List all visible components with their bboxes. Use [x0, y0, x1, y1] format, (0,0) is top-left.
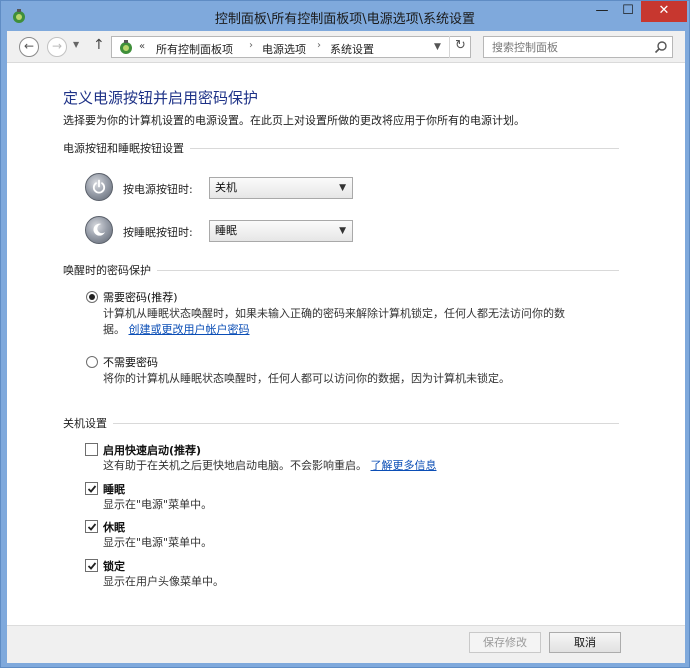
settings-content: 定义电源按钮并启用密码保护 选择要为你的计算机设置的电源设置。在此页上对设置所做… [7, 63, 685, 625]
refresh-button[interactable]: ↻ [449, 36, 471, 58]
divider [113, 422, 619, 424]
sleep-button-label: 按睡眠按钮时: [123, 226, 193, 239]
dialog-footer: 保存修改 取消 [7, 625, 685, 663]
hibernate-checkbox[interactable] [85, 520, 98, 533]
power-buttons-section-header: 电源按钮和睡眠按钮设置 [63, 141, 619, 155]
cancel-button[interactable]: 取消 [549, 632, 621, 653]
up-button[interactable]: ↑ [93, 37, 105, 53]
require-password-radio[interactable] [86, 291, 98, 303]
page-description: 选择要为你的计算机设置的电源设置。在此页上对设置所做的更改将应用于你所有的电源计… [63, 114, 525, 127]
breadcrumb-system-settings[interactable]: 系统设置 [330, 41, 374, 57]
chevron-down-icon: ▼ [339, 183, 346, 193]
close-button[interactable]: ✕ [641, 1, 687, 22]
power-button-action-value: 关机 [215, 181, 237, 194]
address-dropdown-icon[interactable]: ▼ [434, 42, 441, 52]
divider [190, 147, 619, 149]
learn-more-link[interactable]: 了解更多信息 [371, 459, 437, 472]
hibernate-description: 显示在"电源"菜单中。 [103, 536, 213, 549]
lock-label[interactable]: 锁定 [103, 558, 125, 574]
search-icon[interactable] [654, 40, 668, 54]
search-input[interactable] [484, 37, 649, 57]
section-title: 关机设置 [63, 417, 107, 430]
address-bar[interactable]: « 所有控制面板项 › 电源选项 › 系统设置 ▼ ↻ [111, 36, 471, 58]
divider [157, 269, 619, 271]
minimize-button[interactable]: — [589, 1, 615, 22]
checkmark-icon [87, 523, 97, 531]
no-password-description: 将你的计算机从睡眠状态唤醒时，任何人都可以访问你的数据，因为计算机未锁定。 [103, 372, 510, 385]
no-password-label[interactable]: 不需要密码 [103, 354, 158, 370]
fast-startup-label[interactable]: 启用快速启动(推荐) [103, 442, 201, 458]
checkmark-icon [87, 485, 97, 493]
require-password-description-cont: 据。 创建或更改用户帐户密码 [103, 322, 250, 338]
recent-locations-dropdown[interactable]: ▼ [73, 40, 79, 49]
breadcrumb-separator-icon[interactable]: › [317, 40, 321, 51]
power-button-action-select[interactable]: 关机 ▼ [209, 177, 353, 199]
power-button-label: 按电源按钮时: [123, 183, 193, 196]
wake-password-section-header: 唤醒时的密码保护 [63, 263, 619, 277]
breadcrumb-all-items[interactable]: 所有控制面板项 [156, 41, 233, 57]
require-password-label[interactable]: 需要密码(推荐) [103, 289, 178, 305]
navigation-bar: ← → ▼ ↑ « 所有控制面板项 › 电源选项 › 系统设置 ▼ ↻ [7, 31, 685, 63]
search-box[interactable] [483, 36, 673, 58]
breadcrumb-power-options[interactable]: 电源选项 [262, 41, 306, 57]
sleep-description: 显示在"电源"菜单中。 [103, 498, 213, 511]
control-panel-window: 控制面板\所有控制面板项\电源选项\系统设置 — ☐ ✕ ← → ▼ ↑ « 所… [0, 0, 690, 668]
fast-startup-checkbox[interactable] [85, 443, 98, 456]
fast-startup-description-text: 这有助于在关机之后更快地启动电脑。不会影响重启。 [103, 459, 367, 472]
require-password-description: 计算机从睡眠状态唤醒时，如果未输入正确的密码来解除计算机锁定，任何人都无法访问你… [103, 307, 565, 320]
forward-button[interactable]: → [47, 37, 67, 57]
page-title: 定义电源按钮并启用密码保护 [63, 89, 259, 107]
create-password-link[interactable]: 创建或更改用户帐户密码 [129, 323, 250, 336]
power-button-icon [85, 173, 113, 201]
lock-description: 显示在用户头像菜单中。 [103, 575, 224, 588]
overflow-chevron-icon[interactable]: « [139, 41, 145, 52]
title-bar: 控制面板\所有控制面板项\电源选项\系统设置 — ☐ ✕ [1, 1, 689, 31]
save-changes-button[interactable]: 保存修改 [469, 632, 541, 653]
sleep-checkbox[interactable] [85, 482, 98, 495]
checkmark-icon [87, 562, 97, 570]
lock-checkbox[interactable] [85, 559, 98, 572]
window-title: 控制面板\所有控制面板项\电源选项\系统设置 [214, 12, 476, 27]
shutdown-settings-section-header: 关机设置 [63, 416, 619, 430]
sleep-label[interactable]: 睡眠 [103, 481, 125, 497]
sleep-button-action-select[interactable]: 睡眠 ▼ [209, 220, 353, 242]
back-button[interactable]: ← [19, 37, 39, 57]
section-title: 电源按钮和睡眠按钮设置 [63, 142, 184, 155]
require-password-description-end: 据。 [103, 323, 125, 336]
sleep-button-action-value: 睡眠 [215, 224, 237, 237]
section-title: 唤醒时的密码保护 [63, 264, 151, 277]
control-panel-icon [120, 40, 132, 54]
no-password-radio[interactable] [86, 356, 98, 368]
fast-startup-description: 这有助于在关机之后更快地启动电脑。不会影响重启。 了解更多信息 [103, 458, 437, 474]
hibernate-label[interactable]: 休眠 [103, 519, 125, 535]
chevron-down-icon: ▼ [339, 226, 346, 236]
maximize-button[interactable]: ☐ [615, 1, 641, 22]
sleep-button-icon [85, 216, 113, 244]
breadcrumb-separator-icon[interactable]: › [249, 40, 253, 51]
